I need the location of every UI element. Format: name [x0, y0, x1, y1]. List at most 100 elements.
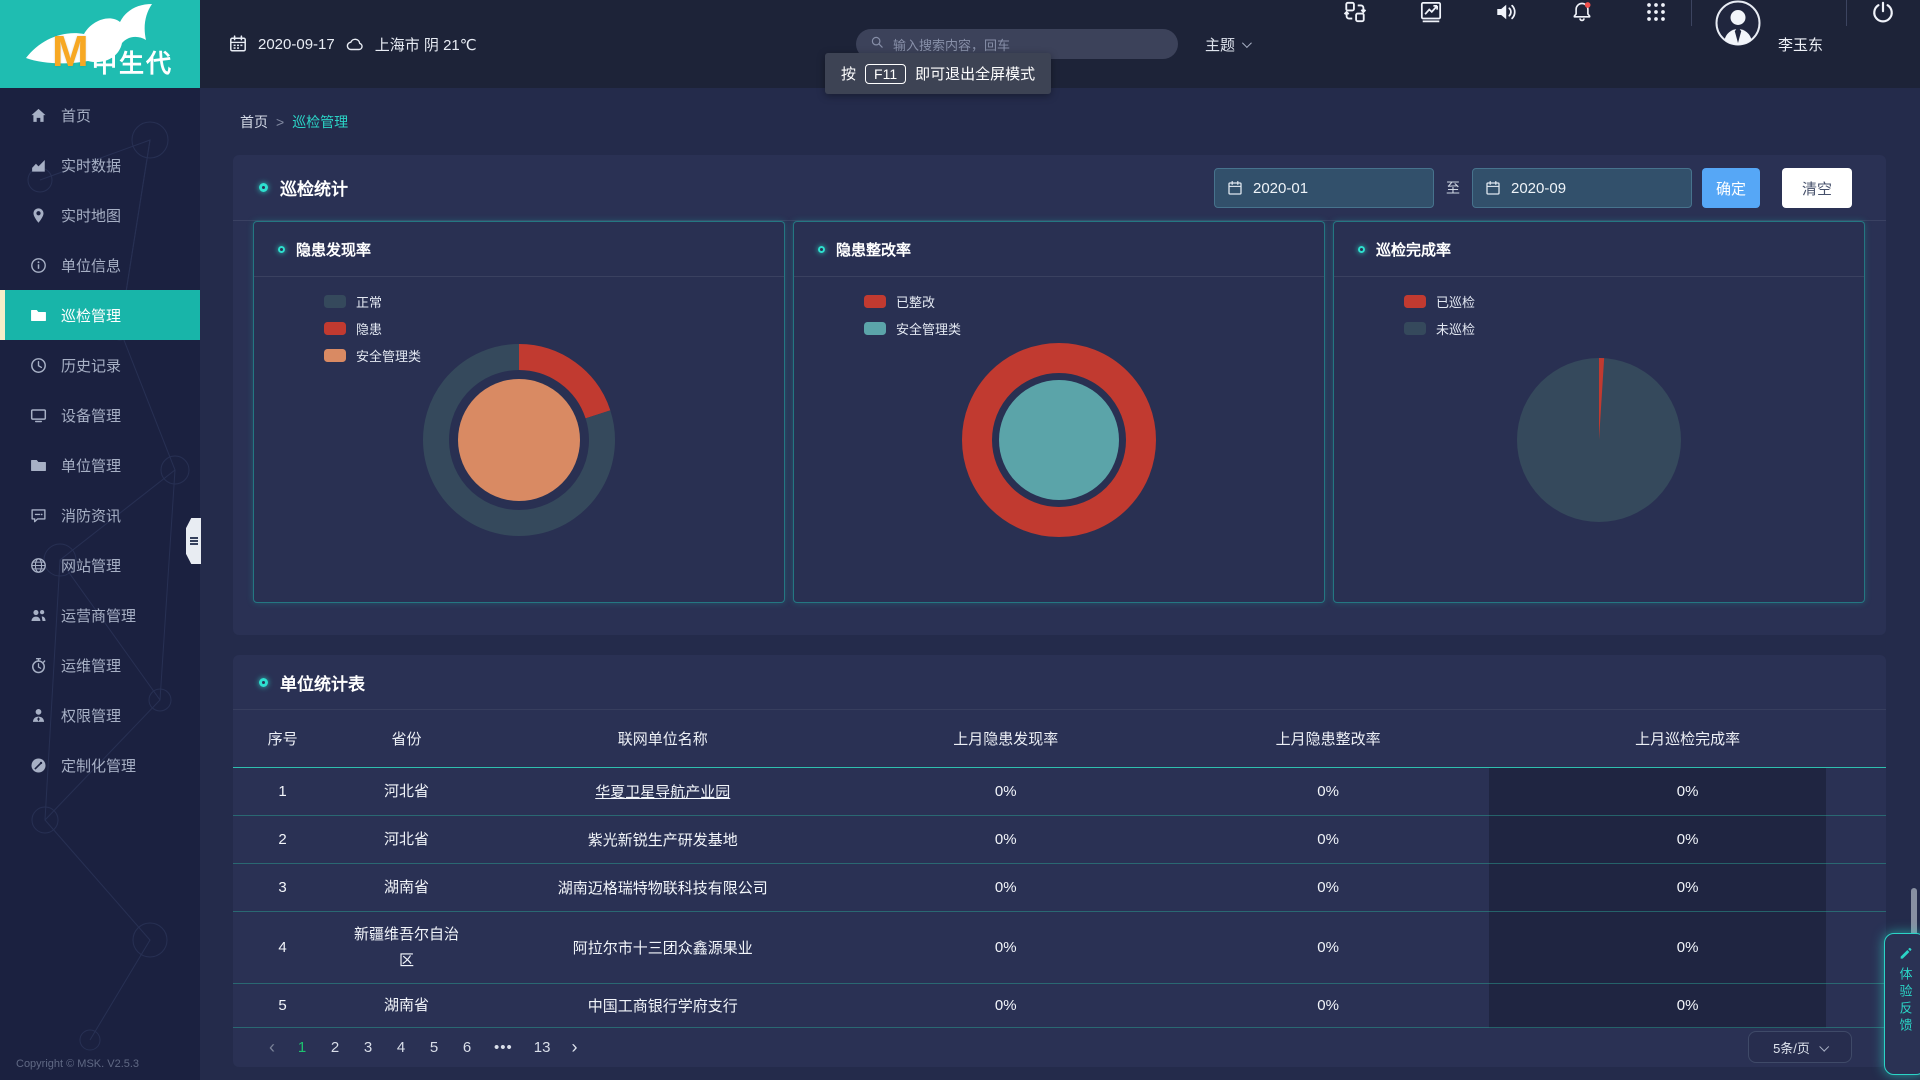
- copyright-text: Copyright © MSK. V2.5.3: [16, 1058, 139, 1070]
- sidebar-item-realtime-map[interactable]: 实时地图: [0, 190, 200, 240]
- feedback-button[interactable]: 体验反馈: [1884, 933, 1920, 1075]
- cell-complete-rate: 0%: [1489, 984, 1886, 1027]
- donut-chart: [419, 340, 619, 540]
- notification-bell-icon[interactable]: [1570, 0, 1594, 24]
- next-page-button[interactable]: ›: [571, 1037, 577, 1058]
- sidebar-item-inspection[interactable]: 巡检管理: [0, 290, 200, 340]
- cell-rectify-rate: 0%: [1167, 984, 1489, 1027]
- legend-item[interactable]: 正常: [324, 292, 421, 311]
- range-separator: 至: [1446, 178, 1460, 198]
- top-bar: 2020-09-17 上海市 阴 21℃ 输入搜索内容，回车 主题 李玉东: [200, 0, 1920, 88]
- sidebar-item-unit-info[interactable]: 单位信息: [0, 240, 200, 290]
- clear-button[interactable]: 清空: [1782, 168, 1852, 208]
- chevron-down-icon: [1242, 38, 1252, 48]
- user-badge-icon: [30, 707, 47, 724]
- page-number-13[interactable]: 13: [534, 1039, 551, 1056]
- inspection-stats-panel: 巡检统计 2020-01 至 2020-09 确定 清空 隐患发现率: [233, 155, 1886, 635]
- clock-icon: [30, 357, 47, 374]
- theme-label: 主题: [1205, 34, 1235, 55]
- column-header: 省份: [332, 728, 481, 749]
- sidebar-item-history[interactable]: 历史记录: [0, 340, 200, 390]
- cell-rectify-rate: 0%: [1167, 912, 1489, 983]
- cell-discover-rate: 0%: [845, 984, 1167, 1027]
- tooltip-prefix: 按: [841, 63, 856, 84]
- stats-panel-header: 巡检统计 2020-01 至 2020-09 确定 清空: [233, 155, 1886, 221]
- layout-switch-icon[interactable]: [1343, 0, 1367, 24]
- sidebar-item-home[interactable]: 首页: [0, 90, 200, 140]
- apps-grid-icon[interactable]: [1644, 0, 1668, 24]
- page-number-5[interactable]: 5: [428, 1039, 440, 1056]
- pencil-icon: [1898, 946, 1913, 961]
- sidebar-item-fire-news[interactable]: 消防资讯: [0, 490, 200, 540]
- column-header: 上月隐患整改率: [1167, 728, 1489, 749]
- cell-province: 湖南省: [332, 984, 481, 1027]
- sidebar-item-permission[interactable]: 权限管理: [0, 690, 200, 740]
- page-ellipsis[interactable]: •••: [494, 1039, 513, 1056]
- calendar-icon: [1227, 180, 1243, 196]
- sidebar-item-website[interactable]: 网站管理: [0, 540, 200, 590]
- username: 李玉东: [1778, 0, 1823, 88]
- confirm-button[interactable]: 确定: [1702, 168, 1760, 208]
- sidebar-item-operator[interactable]: 运营商管理: [0, 590, 200, 640]
- legend-swatch: [864, 295, 886, 308]
- legend-item[interactable]: 已巡检: [1404, 292, 1475, 311]
- calendar-icon: [1485, 180, 1501, 196]
- chart-title: 隐患发现率: [296, 239, 371, 260]
- prev-page-button[interactable]: ‹: [269, 1037, 275, 1058]
- sidebar-item-custom[interactable]: 定制化管理: [0, 740, 200, 790]
- volume-icon[interactable]: [1494, 0, 1518, 24]
- chevron-down-icon: [1819, 1041, 1829, 1051]
- cell-unit-name[interactable]: 湖南迈格瑞特物联科技有限公司: [481, 864, 845, 911]
- donut-chart: [959, 340, 1159, 540]
- page-number-6[interactable]: 6: [461, 1039, 473, 1056]
- sidebar-item-ops[interactable]: 运维管理: [0, 640, 200, 690]
- legend-swatch: [324, 322, 346, 335]
- tooltip-suffix: 即可退出全屏模式: [915, 63, 1035, 84]
- page-number-3[interactable]: 3: [362, 1039, 374, 1056]
- legend-item[interactable]: 未巡检: [1404, 319, 1475, 338]
- page-size-select[interactable]: 5条/页: [1748, 1031, 1852, 1063]
- date-from-input[interactable]: 2020-01: [1214, 168, 1434, 208]
- title-ring-icon: [278, 246, 285, 253]
- cell-complete-rate: 0%: [1489, 816, 1886, 863]
- chart-icon: [30, 157, 47, 174]
- sidebar-item-unit-mgmt[interactable]: 单位管理: [0, 440, 200, 490]
- breadcrumb-home[interactable]: 首页: [240, 112, 268, 132]
- cell-unit-name[interactable]: 阿拉尔市十三团众鑫源果业: [481, 912, 845, 983]
- legend-item[interactable]: 安全管理类: [864, 319, 961, 338]
- legend-label: 安全管理类: [356, 346, 421, 365]
- legend-item[interactable]: 已整改: [864, 292, 961, 311]
- date-to-input[interactable]: 2020-09: [1472, 168, 1692, 208]
- cell-unit-name[interactable]: 紫光新锐生产研发基地: [481, 816, 845, 863]
- cell-unit-name[interactable]: 中国工商银行学府支行: [481, 984, 845, 1027]
- legend-item[interactable]: 安全管理类: [324, 346, 421, 365]
- power-logout-icon[interactable]: [1871, 0, 1895, 24]
- app-logo[interactable]: M 中生代: [0, 0, 200, 88]
- column-header: 联网单位名称: [481, 728, 845, 749]
- chart-card-inspection-completion: 巡检完成率 已巡检未巡检: [1333, 221, 1865, 603]
- avatar[interactable]: [1715, 0, 1761, 46]
- feedback-label: 体验反馈: [1896, 967, 1915, 1035]
- theme-dropdown[interactable]: 主题: [1205, 0, 1249, 88]
- sidebar-item-realtime-data[interactable]: 实时数据: [0, 140, 200, 190]
- logo-letter: M: [52, 30, 89, 74]
- legend-label: 已巡检: [1436, 292, 1475, 311]
- report-chart-icon[interactable]: [1419, 0, 1443, 24]
- cell-rectify-rate: 0%: [1167, 816, 1489, 863]
- globe-icon: [30, 557, 47, 574]
- page-number-4[interactable]: 4: [395, 1039, 407, 1056]
- sidebar-item-device[interactable]: 设备管理: [0, 390, 200, 440]
- cell-unit-name[interactable]: 华夏卫星导航产业园: [481, 768, 845, 815]
- sidebar-menu: 首页实时数据实时地图单位信息巡检管理历史记录设备管理单位管理消防资讯网站管理运营…: [0, 90, 200, 790]
- page-number-2[interactable]: 2: [329, 1039, 341, 1056]
- table-row: 4新疆维吾尔自治区阿拉尔市十三团众鑫源果业0%0%0%: [233, 912, 1886, 984]
- pagination: ‹ 1 2 3 4 5 6 ••• 13 › 5条/页: [233, 1028, 1886, 1067]
- cell-province: 新疆维吾尔自治区: [332, 912, 481, 983]
- page-number-1[interactable]: 1: [296, 1039, 308, 1056]
- column-header: 上月巡检完成率: [1489, 728, 1886, 749]
- legend-item[interactable]: 隐患: [324, 319, 421, 338]
- legend-label: 正常: [356, 292, 382, 311]
- f11-keycap: F11: [865, 64, 906, 84]
- sidebar-collapse-handle[interactable]: [186, 518, 201, 564]
- breadcrumb-current[interactable]: 巡检管理: [292, 112, 348, 132]
